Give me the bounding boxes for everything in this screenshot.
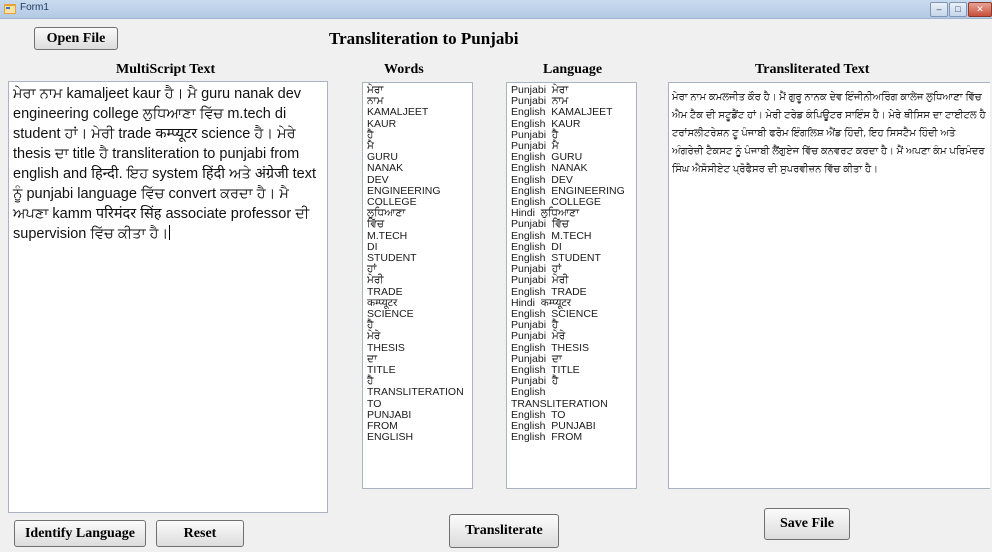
transliterated-textbox[interactable]: ਮੇਰਾ ਨਾਮ ਕਮਲਜੀਤ ਕੌਰ ਹੈ। ਮੈਂ ਗੁਰੂ ਨਾਨਕ ਦੇ… [668, 82, 990, 489]
words-list-item[interactable]: ਵਿੱਚ [367, 219, 472, 230]
transliterate-button[interactable]: Transliterate [449, 514, 559, 548]
language-list-item[interactable]: Punjabi ਵਿੱਚ [511, 219, 636, 230]
multiscript-textbox[interactable]: ਮੇਰਾ ਨਾਮ kamaljeet kaur ਹੈ। ਮੈ guru nana… [8, 81, 328, 513]
language-list-item[interactable]: Punjabi ਮੇਰੇ [511, 331, 636, 342]
language-list-item[interactable]: English FROM [511, 432, 636, 443]
language-list: Punjabi ਮੇਰਾ Punjabi ਨਾਮ English KAMALJEET… [507, 83, 636, 444]
words-list-item[interactable]: KAUR [367, 118, 472, 130]
window-titlebar[interactable]: Form1 – □ ✕ [0, 0, 992, 19]
save-file-button[interactable]: Save File [764, 508, 850, 540]
language-listbox[interactable]: Punjabi ਮੇਰਾ Punjabi ਨਾਮ English KAMALJEET… [506, 82, 637, 489]
transliterated-text: ਮੇਰਾ ਨਾਮ ਕਮਲਜੀਤ ਕੌਰ ਹੈ। ਮੈਂ ਗੁਰੂ ਨਾਨਕ ਦੇ… [672, 92, 986, 175]
close-button[interactable]: ✕ [968, 2, 992, 17]
words-list: ਮੇਰਾ ਨਾਮ KAMALJEET KAUR ਹੈ ਮੈ GURU NANAK DEV ENGI… [363, 83, 472, 444]
maximize-icon: □ [955, 4, 961, 14]
minimize-button[interactable]: – [930, 2, 948, 17]
multiscript-text: ਮੇਰਾ ਨਾਮ kamaljeet kaur ਹੈ। ਮੈ guru nana… [13, 86, 317, 242]
language-heading: Language [543, 62, 603, 77]
language-list-item[interactable]: Punjabi ਮੇਰੀ [511, 275, 636, 286]
words-list-item[interactable]: ਹੈ [367, 129, 472, 141]
words-list-item[interactable]: TRANSLITERATION [367, 387, 472, 398]
language-list-item[interactable]: English NANAK [511, 163, 636, 174]
app-icon [4, 4, 16, 14]
words-list-item[interactable]: STUDENT [367, 252, 472, 264]
transliterated-heading: Transliterated Text [755, 62, 870, 77]
text-caret [169, 225, 171, 240]
identify-language-button[interactable]: Identify Language [14, 520, 146, 547]
words-list-item[interactable]: ENGLISH [367, 432, 472, 443]
open-file-button[interactable]: Open File [34, 27, 118, 50]
words-heading: Words [384, 62, 424, 77]
window-title: Form1 [20, 2, 49, 13]
words-list-item[interactable]: SCIENCE [367, 308, 472, 320]
words-listbox[interactable]: ਮੇਰਾ ਨਾਮ KAMALJEET KAUR ਹੈ ਮੈ GURU NANAK DEV ENGI… [362, 82, 473, 489]
words-list-item[interactable]: ਮੇਰੇ [367, 331, 472, 342]
words-list-item[interactable]: THESIS [367, 342, 472, 354]
multiscript-heading: MultiScript Text [116, 62, 216, 77]
language-list-item[interactable]: English KAMALJEET [511, 107, 636, 118]
page-title: Transliteration to Punjabi [329, 29, 519, 48]
minimize-icon: – [936, 4, 942, 14]
language-list-item[interactable]: English [511, 387, 636, 398]
words-list-item[interactable]: TITLE [367, 364, 472, 376]
words-list-item[interactable]: ਮੇਰੀ [367, 275, 472, 286]
maximize-button[interactable]: □ [949, 2, 967, 17]
words-list-item[interactable]: NANAK [367, 163, 472, 174]
reset-button[interactable]: Reset [156, 520, 244, 547]
words-list-item[interactable]: ਹੈ [367, 320, 472, 331]
close-icon: ✕ [976, 4, 984, 14]
words-list-item[interactable]: M.TECH [367, 230, 472, 242]
words-list-item[interactable]: KAMALJEET [367, 107, 472, 118]
